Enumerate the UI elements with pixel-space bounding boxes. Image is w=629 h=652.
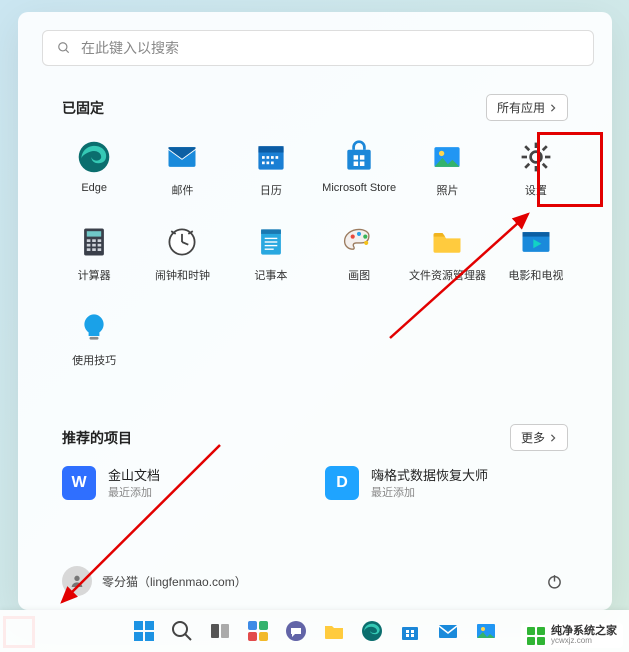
chevron-right-icon xyxy=(549,434,557,442)
app-edge[interactable]: Edge xyxy=(50,139,138,198)
pinned-section: 已固定 所有应用 Edge 邮件 日历 Microsoft Store xyxy=(42,94,588,368)
reco-icon: W xyxy=(62,466,96,500)
chevron-right-icon xyxy=(549,104,557,112)
app-settings[interactable]: 设置 xyxy=(492,139,580,198)
user-account-button[interactable]: 零分猫（lingfenmao.com） xyxy=(62,566,247,596)
taskbar-taskview-button[interactable] xyxy=(208,619,232,643)
taskbar-mail-button[interactable] xyxy=(436,619,460,643)
gear-icon xyxy=(518,139,554,175)
taskbar-search-button[interactable] xyxy=(170,619,194,643)
taskbar-photos-button[interactable] xyxy=(474,619,498,643)
app-calendar[interactable]: 日历 xyxy=(227,139,315,198)
taskbar-store-button[interactable] xyxy=(398,619,422,643)
watermark-icon xyxy=(527,627,545,645)
app-calculator[interactable]: 计算器 xyxy=(50,224,138,283)
reco-subtitle: 最近添加 xyxy=(371,484,488,500)
mail-icon xyxy=(164,139,200,175)
app-fileexplorer[interactable]: 文件资源管理器 xyxy=(403,224,491,283)
power-button[interactable] xyxy=(540,567,568,595)
recommended-title: 推荐的项目 xyxy=(62,428,132,448)
power-icon xyxy=(546,573,563,590)
taskbar-start-button[interactable] xyxy=(132,619,156,643)
pinned-title: 已固定 xyxy=(62,98,104,118)
app-mail[interactable]: 邮件 xyxy=(138,139,226,198)
app-msstore[interactable]: Microsoft Store xyxy=(315,139,403,198)
taskbar-chat-button[interactable] xyxy=(284,619,308,643)
reco-subtitle: 最近添加 xyxy=(108,484,160,500)
notepad-icon xyxy=(253,224,289,260)
pinned-grid: Edge 邮件 日历 Microsoft Store 照片 设置 xyxy=(42,139,588,368)
reco-item[interactable]: W 金山文档 最近添加 xyxy=(62,465,305,500)
tips-icon xyxy=(76,309,112,345)
calculator-icon xyxy=(76,224,112,260)
taskbar-widgets-button[interactable] xyxy=(246,619,270,643)
app-notepad[interactable]: 记事本 xyxy=(227,224,315,283)
search-placeholder: 在此键入以搜索 xyxy=(81,38,179,58)
search-icon xyxy=(57,41,71,55)
app-paint[interactable]: 画图 xyxy=(315,224,403,283)
taskbar-fileexplorer-button[interactable] xyxy=(322,619,346,643)
app-alarmclock[interactable]: 闹钟和时钟 xyxy=(138,224,226,283)
search-input[interactable]: 在此键入以搜索 xyxy=(42,30,594,66)
reco-icon: D xyxy=(325,466,359,500)
paint-icon xyxy=(341,224,377,260)
avatar xyxy=(62,566,92,596)
edge-icon xyxy=(76,139,112,175)
app-photos[interactable]: 照片 xyxy=(403,139,491,198)
calendar-icon xyxy=(253,139,289,175)
recommended-section: 推荐的项目 更多 W 金山文档 最近添加 D 嗨格式数据恢复大师 最近添加 xyxy=(42,424,588,500)
reco-title: 嗨格式数据恢复大师 xyxy=(371,465,488,484)
photos-icon xyxy=(429,139,465,175)
user-bar: 零分猫（lingfenmao.com） xyxy=(42,560,588,596)
reco-title: 金山文档 xyxy=(108,465,160,484)
user-name: 零分猫（lingfenmao.com） xyxy=(102,573,247,590)
start-menu: 在此键入以搜索 已固定 所有应用 Edge 邮件 日历 xyxy=(18,12,612,610)
more-button[interactable]: 更多 xyxy=(510,424,568,451)
reco-item[interactable]: D 嗨格式数据恢复大师 最近添加 xyxy=(325,465,568,500)
app-moviestv[interactable]: 电影和电视 xyxy=(492,224,580,283)
folder-icon xyxy=(429,224,465,260)
store-icon xyxy=(341,139,377,175)
clock-icon xyxy=(164,224,200,260)
app-tips[interactable]: 使用技巧 xyxy=(50,309,138,368)
movies-icon xyxy=(518,224,554,260)
taskbar-edge-button[interactable] xyxy=(360,619,384,643)
all-apps-button[interactable]: 所有应用 xyxy=(486,94,568,121)
watermark: 纯净系统之家 ycwxjz.com xyxy=(521,623,623,648)
